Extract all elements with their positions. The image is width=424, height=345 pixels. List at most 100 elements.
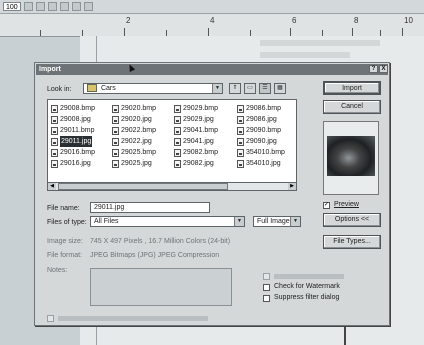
image-file-icon xyxy=(112,126,119,135)
horizontal-scrollbar[interactable]: ◀ ▶ xyxy=(47,182,297,191)
import-dialog: Import ? X Look in: Cars ▼ ⇑ ▭ ☰ ▦ Impor… xyxy=(34,62,390,326)
list-item[interactable]: 29020.bmp xyxy=(112,103,156,114)
toolbar-button[interactable] xyxy=(23,2,33,11)
image-file-icon xyxy=(112,104,119,113)
image-file-icon xyxy=(51,115,58,124)
ruler-number: 6 xyxy=(292,16,297,25)
image-file-icon xyxy=(237,137,244,146)
ruler-tick xyxy=(402,28,403,36)
scrollbar-thumb[interactable] xyxy=(58,183,228,190)
check-watermark-checkbox[interactable] xyxy=(263,284,270,291)
preview-pane xyxy=(323,121,379,195)
list-item[interactable]: 354010.jpg xyxy=(237,158,285,169)
scroll-left-icon[interactable]: ◀ xyxy=(48,183,56,190)
image-file-icon xyxy=(237,115,244,124)
suppress-filter-checkbox[interactable] xyxy=(263,295,270,302)
ruler: 2 4 6 8 10 xyxy=(0,14,424,37)
image-file-icon xyxy=(51,159,58,168)
options-button[interactable]: Options << xyxy=(323,213,381,227)
toolbar-button[interactable] xyxy=(35,2,45,11)
list-item[interactable]: 29086.jpg xyxy=(237,114,285,125)
up-folder-icon: ⇑ xyxy=(232,85,238,91)
list-item[interactable]: 29090.bmp xyxy=(237,125,285,136)
image-file-icon xyxy=(112,159,119,168)
image-file-icon xyxy=(51,104,58,113)
file-name-label: File name: xyxy=(47,205,80,212)
list-item[interactable]: 29090.jpg xyxy=(237,136,285,147)
list-item[interactable]: 29086.bmp xyxy=(237,103,285,114)
list-item[interactable]: 29025.bmp xyxy=(112,147,156,158)
blurred-option-label xyxy=(58,316,208,321)
image-mode-value: Full Image xyxy=(257,218,290,225)
list-item[interactable]: 29041.jpg xyxy=(174,136,218,147)
list-item[interactable]: 29022.bmp xyxy=(112,125,156,136)
image-file-icon xyxy=(51,137,58,146)
chevron-down-icon: ▼ xyxy=(234,217,244,226)
document-text-block xyxy=(260,40,380,46)
ruler-tick xyxy=(290,28,291,36)
cancel-button[interactable]: Cancel xyxy=(323,100,381,114)
list-item[interactable]: 29020.jpg xyxy=(112,114,156,125)
image-file-icon xyxy=(174,148,181,157)
ruler-tick xyxy=(352,28,353,36)
toolbar-button[interactable] xyxy=(83,2,93,11)
list-item[interactable]: 29082.jpg xyxy=(174,158,218,169)
files-of-type-label: Files of type: xyxy=(47,219,87,226)
list-item-selected[interactable]: 29011.jpg xyxy=(51,136,95,147)
list-item[interactable]: 29016.jpg xyxy=(51,158,95,169)
file-list[interactable]: 29008.bmp 29008.jpg 29011.bmp 29011.jpg … xyxy=(47,99,297,191)
file-types-button[interactable]: File Types... xyxy=(323,235,381,249)
image-file-icon xyxy=(237,148,244,157)
toolbar-button[interactable] xyxy=(59,2,69,11)
car-preview-image xyxy=(327,136,375,176)
file-column: 29029.bmp 29029.jpg 29041.bmp 29041.jpg … xyxy=(174,103,218,169)
file-name-field[interactable]: 29011.jpg xyxy=(90,202,210,213)
image-size-label: Image size: xyxy=(47,238,83,245)
files-of-type-combo[interactable]: All Files ▼ xyxy=(90,216,245,227)
list-item[interactable]: 29029.bmp xyxy=(174,103,218,114)
toolbar: 100 xyxy=(0,0,424,14)
notes-label: Notes: xyxy=(47,267,68,274)
ruler-number: 8 xyxy=(354,16,359,25)
up-folder-button[interactable]: ⇑ xyxy=(229,83,241,94)
preview-label: Preview xyxy=(334,201,359,208)
zoom-combo[interactable]: 100 xyxy=(3,2,21,11)
image-mode-combo[interactable]: Full Image ▼ xyxy=(253,216,301,227)
file-column: 29086.bmp 29086.jpg 29090.bmp 29090.jpg … xyxy=(237,103,285,169)
image-size-value: 745 X 497 Pixels , 16.7 Million Colors (… xyxy=(90,238,231,245)
notes-box xyxy=(90,268,232,306)
help-button[interactable]: ? xyxy=(369,65,378,73)
disabled-checkbox[interactable] xyxy=(47,315,54,322)
document-text-block xyxy=(260,52,350,58)
details-view-button[interactable]: ▦ xyxy=(274,83,286,94)
dialog-titlebar[interactable]: Import xyxy=(36,64,388,75)
blurred-option-label xyxy=(274,274,344,279)
close-button[interactable]: X xyxy=(379,65,388,73)
toolbar-button[interactable] xyxy=(47,2,57,11)
list-item[interactable]: 29029.jpg xyxy=(174,114,218,125)
list-item[interactable]: 29082.bmp xyxy=(174,147,218,158)
check-watermark-label: Check for Watermark xyxy=(274,283,340,290)
ruler-number: 10 xyxy=(404,16,413,25)
ruler-tick xyxy=(124,28,125,36)
list-item[interactable]: 29025.jpg xyxy=(112,158,156,169)
list-item[interactable]: 29016.bmp xyxy=(51,147,95,158)
list-item[interactable]: 29022.jpg xyxy=(112,136,156,147)
list-item[interactable]: 29011.bmp xyxy=(51,125,95,136)
image-file-icon xyxy=(174,137,181,146)
import-button[interactable]: Import xyxy=(323,81,381,95)
folder-icon xyxy=(87,84,97,93)
disabled-checkbox[interactable] xyxy=(263,273,270,280)
list-item[interactable]: 354010.bmp xyxy=(237,147,285,158)
preview-checkbox[interactable]: ✓ xyxy=(323,202,330,209)
new-folder-icon: ▭ xyxy=(247,85,253,91)
list-item[interactable]: 29041.bmp xyxy=(174,125,218,136)
scroll-right-icon[interactable]: ▶ xyxy=(288,183,296,190)
list-item[interactable]: 29008.bmp xyxy=(51,103,95,114)
list-view-button[interactable]: ☰ xyxy=(259,83,271,94)
toolbar-button[interactable] xyxy=(71,2,81,11)
look-in-label: Look in: xyxy=(47,86,72,93)
look-in-combo[interactable]: Cars ▼ xyxy=(83,83,223,94)
new-folder-button[interactable]: ▭ xyxy=(244,83,256,94)
list-item[interactable]: 29008.jpg xyxy=(51,114,95,125)
